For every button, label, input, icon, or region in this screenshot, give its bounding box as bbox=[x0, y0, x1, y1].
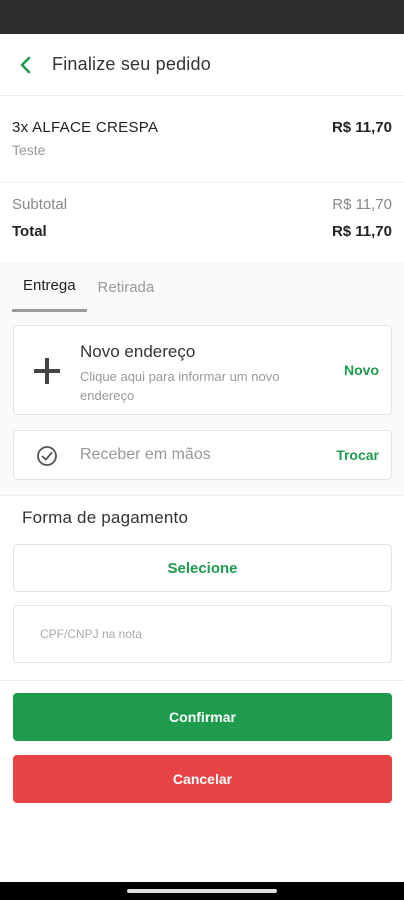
cancel-button[interactable]: Cancelar bbox=[13, 755, 392, 803]
tab-entrega[interactable]: Entrega bbox=[12, 262, 87, 312]
back-button[interactable] bbox=[0, 34, 52, 96]
order-totals: Subtotal R$ 11,70 Total R$ 11,70 bbox=[0, 184, 404, 262]
plus-icon bbox=[32, 356, 62, 386]
payment-section: Forma de pagamento Selecione bbox=[0, 497, 404, 681]
cpf-cnpj-input[interactable] bbox=[13, 605, 392, 663]
payment-title: Forma de pagamento bbox=[22, 508, 189, 527]
app-header: Finalize seu pedido bbox=[0, 34, 404, 96]
tab-retirada[interactable]: Retirada bbox=[87, 262, 166, 312]
new-address-subtitle: Clique aqui para informar um novo endere… bbox=[80, 369, 280, 403]
home-indicator[interactable] bbox=[127, 889, 277, 893]
subtotal-label: Subtotal bbox=[12, 196, 68, 213]
page-title: Finalize seu pedido bbox=[52, 54, 211, 74]
confirm-button[interactable]: Confirmar bbox=[13, 693, 392, 741]
new-address-button[interactable]: Novo bbox=[344, 362, 379, 378]
chevron-left-icon bbox=[20, 56, 31, 73]
new-address-title: Novo endereço bbox=[80, 342, 196, 361]
change-button[interactable]: Trocar bbox=[336, 447, 379, 463]
total-value: R$ 11,70 bbox=[331, 223, 392, 240]
item-note: Teste bbox=[12, 142, 46, 158]
payment-select-button[interactable]: Selecione bbox=[13, 544, 392, 592]
subtotal-row: Subtotal R$ 11,70 bbox=[12, 196, 392, 213]
new-address-card[interactable]: Novo endereço Clique aqui para informar … bbox=[13, 325, 392, 415]
status-bar bbox=[0, 0, 404, 34]
total-row: Total R$ 11,70 bbox=[12, 223, 392, 240]
receive-label: Receber em mãos bbox=[80, 446, 211, 463]
order-item: 3x ALFACE CRESPA Teste R$ 11,70 bbox=[0, 97, 404, 183]
receive-option-card[interactable]: Receber em mãos Trocar bbox=[13, 430, 392, 480]
item-price: R$ 11,70 bbox=[331, 119, 392, 136]
delivery-tabs: Entrega Retirada bbox=[12, 262, 165, 312]
subtotal-value: R$ 11,70 bbox=[332, 196, 392, 213]
navigation-bar bbox=[0, 882, 404, 900]
check-circle-icon bbox=[37, 446, 57, 466]
total-label: Total bbox=[12, 223, 47, 240]
